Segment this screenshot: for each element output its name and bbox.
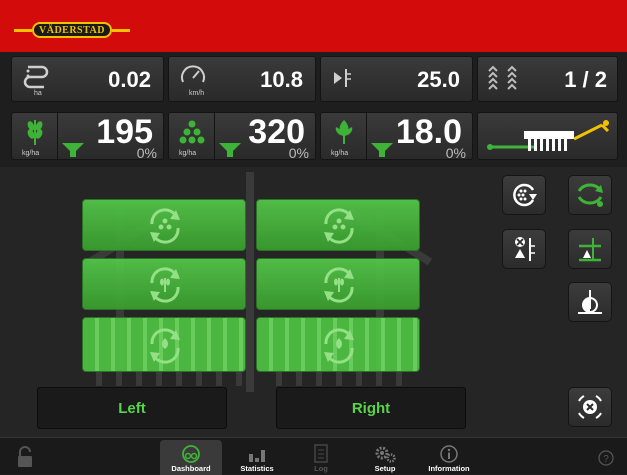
hopper-level-icon: [62, 143, 84, 157]
help-icon[interactable]: ?: [598, 450, 614, 466]
tab-log[interactable]: Log: [290, 440, 352, 475]
tab-setup-label: Setup: [374, 464, 396, 473]
hopper-level-icon: [371, 143, 393, 157]
vaderstad-logo: VÄDERSTAD: [14, 22, 130, 38]
implement-status-panel[interactable]: [477, 112, 618, 160]
right-section-label: Right: [351, 399, 391, 417]
seed-drill-lowered-icon: [487, 120, 610, 151]
hopper-left-fertilizer[interactable]: [82, 199, 246, 251]
marker-reset-button[interactable]: [502, 229, 546, 269]
rotate-wheat-icon: [324, 267, 354, 303]
rotate-sprout-icon: [150, 328, 180, 364]
log-document-icon: [314, 444, 328, 463]
logo-text: VÄDERSTAD: [32, 22, 112, 38]
tab-information-label: Information: [428, 464, 470, 473]
dashboard-gauge-icon: [182, 445, 200, 463]
fertilizer-rate-percent: 0%: [288, 145, 309, 161]
tab-information[interactable]: Information: [418, 440, 480, 475]
rotate-fertilizer-icon: [324, 208, 354, 244]
seed-rate-percent: 0%: [136, 145, 157, 161]
hopper-left-small-seed[interactable]: [82, 317, 246, 372]
small-seed-rate-percent: 0%: [445, 145, 466, 161]
tab-statistics-label: Statistics: [240, 464, 274, 473]
bar-chart-icon: [249, 450, 265, 462]
area-value: 0.02: [108, 67, 151, 92]
calibration-rotate-button[interactable]: [502, 175, 546, 215]
section-control-button[interactable]: [568, 387, 612, 427]
turn-arrows-icon: [577, 183, 603, 207]
rotate-dots-icon: [513, 183, 537, 207]
left-section-button[interactable]: Left: [37, 387, 227, 429]
speed-panel[interactable]: km/h 10.8: [168, 56, 316, 102]
lock-icon[interactable]: [16, 446, 34, 468]
marker-up-icon: [579, 238, 601, 262]
small-seed-rate-unit: kg/ha: [331, 150, 349, 157]
small-seed-rate-panel[interactable]: kg/ha 18.0 0%: [320, 112, 473, 161]
field-path-icon: [23, 65, 49, 89]
target-cancel-icon: [578, 395, 602, 419]
fertilizer-rate-unit: kg/ha: [179, 150, 197, 157]
wheel-marker-icon: [578, 290, 602, 314]
area-unit: ha: [34, 90, 42, 97]
hopper-right-seed[interactable]: [256, 258, 420, 310]
seed-rate-unit: kg/ha: [22, 150, 40, 157]
rotate-sprout-icon: [324, 328, 354, 364]
fertilizer-rate-panel[interactable]: kg/ha 320 0%: [168, 112, 316, 161]
marker-cancel-icon: [515, 237, 535, 261]
info-icon: [440, 445, 458, 463]
tab-dashboard-label: Dashboard: [171, 464, 211, 473]
marker-raise-button[interactable]: [568, 229, 612, 269]
area-panel[interactable]: ha 0.02: [11, 56, 164, 102]
tab-statistics[interactable]: Statistics: [226, 440, 288, 475]
headland-turn-button[interactable]: [568, 175, 612, 215]
tab-log-label: Log: [314, 464, 328, 473]
rotate-wheat-icon: [150, 267, 180, 303]
tramline-icon: [488, 65, 517, 90]
fertilizer-granules-icon: [179, 120, 205, 144]
tab-dashboard[interactable]: Dashboard: [160, 440, 222, 475]
speedometer-icon: [181, 65, 205, 83]
rotate-fertilizer-icon: [150, 208, 180, 244]
hopper-right-fertilizer[interactable]: [256, 199, 420, 251]
svg-text:?: ?: [603, 454, 609, 465]
gears-icon: [375, 446, 396, 463]
wheat-icon: [27, 120, 43, 145]
seed-sprout-icon: [335, 120, 353, 144]
right-section-button[interactable]: Right: [276, 387, 466, 429]
speed-value: 10.8: [260, 67, 303, 92]
hopper-left-seed[interactable]: [82, 258, 246, 310]
machine-overview: Left Right: [0, 167, 627, 437]
seed-rate-panel[interactable]: kg/ha 195 0%: [11, 112, 164, 161]
tab-setup[interactable]: Setup: [354, 440, 416, 475]
depth-value: 25.0: [417, 67, 460, 92]
pre-emergence-button[interactable]: [568, 282, 612, 322]
tramline-value: 1 / 2: [564, 67, 607, 92]
top-bar: VÄDERSTAD: [0, 0, 627, 52]
depth-marker-icon: [334, 69, 351, 87]
bottom-nav: Dashboard Statistics Log Setup Informati…: [0, 437, 627, 475]
speed-unit: km/h: [189, 90, 205, 97]
hopper-level-icon: [219, 143, 241, 157]
depth-panel[interactable]: 25.0: [320, 56, 473, 102]
tramline-panel[interactable]: 1 / 2: [477, 56, 618, 102]
hopper-right-small-seed[interactable]: [256, 317, 420, 372]
left-section-label: Left: [118, 399, 146, 417]
